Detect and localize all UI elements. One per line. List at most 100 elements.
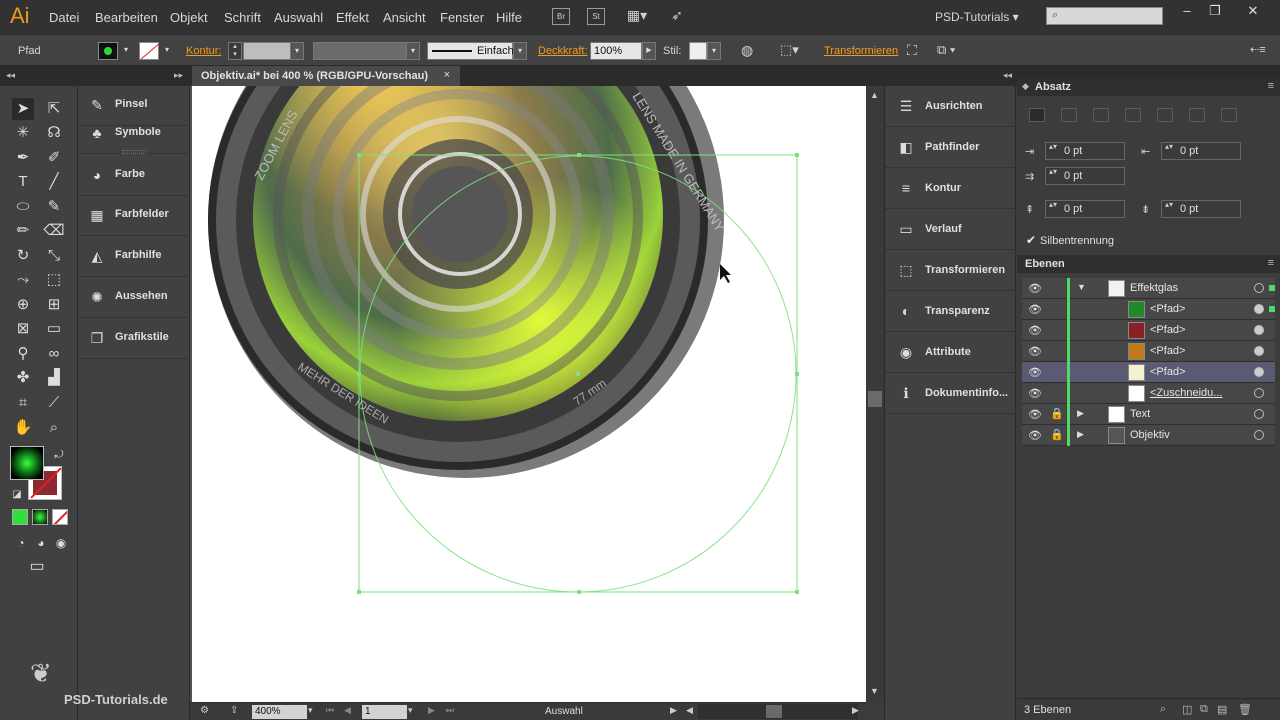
first-artboard-icon[interactable]: ⏮ [326,705,334,716]
scroll-down-icon[interactable]: ▼ [870,686,879,696]
expand-layer-icon[interactable]: ▶ [1077,408,1084,419]
panel-grafikstile[interactable]: ❐ Grafikstile [78,319,190,359]
panel-symbole[interactable]: ♣ Symbole [78,114,190,154]
gradient-tool-icon[interactable]: ▭ [43,318,65,340]
panel-pathfinder[interactable]: ◧ Pathfinder [885,127,1017,168]
layer-row[interactable]: 👁 🔒 ▶ Objektiv [1022,425,1275,446]
close-tab-icon[interactable]: × [444,69,450,81]
layer-row[interactable]: 👁 <Pfad> [1022,341,1275,362]
deckkraft-link[interactable]: Deckkraft: [538,45,588,57]
layer-row[interactable]: 👁 <Pfad> [1022,320,1275,341]
panel-attribute[interactable]: ◉ Attribute [885,332,1017,373]
pen-tool-icon[interactable]: ✒ [12,147,34,169]
last-artboard-icon[interactable]: ⏭ [446,705,454,716]
align-right-icon[interactable] [1093,108,1109,122]
bbox-handle-tm[interactable] [577,153,581,157]
layer-row[interactable]: 👁 <Zuschneidu... [1022,383,1275,404]
bbox-handle-bm[interactable] [577,590,581,594]
lock-icon[interactable]: 🔒 [1050,407,1064,420]
export-icon[interactable]: ⇪ [230,705,238,716]
eyedropper-tool-icon[interactable]: ⚲ [12,343,34,365]
new-layer-icon[interactable]: ▤ [1217,703,1227,716]
right-indent-input[interactable]: 0 pt [1161,142,1241,160]
visibility-eye-icon[interactable]: 👁 [1028,366,1042,379]
layer-row[interactable]: 👁 ▼ Effektglas [1022,278,1275,299]
hscroll-left-icon[interactable]: ◀ [686,705,693,716]
absatz-panel-menu-icon[interactable]: ≡ [1268,80,1274,92]
stroke-swatch[interactable] [139,42,160,60]
layer-target-icon[interactable] [1254,304,1264,314]
justify-right-icon[interactable] [1189,108,1205,122]
draw-inside-icon[interactable]: ◉ [50,532,72,554]
collapse-layer-icon[interactable]: ▼ [1077,282,1086,292]
locate-object-icon[interactable]: ⌕ [1160,703,1166,716]
artboard-number-input[interactable]: 1 [362,705,407,719]
menu-datei[interactable]: Datei [49,10,79,25]
ebenen-panel-header[interactable]: Ebenen ≡ [1017,255,1280,273]
visibility-eye-icon[interactable]: 👁 [1028,303,1042,316]
panel-ausrichten[interactable]: ☰ Ausrichten [885,86,1017,127]
stroke-dropdown-icon[interactable]: ▾ [160,42,174,60]
draw-behind-icon[interactable]: ◕ [30,532,52,554]
status-menu-arrow-icon[interactable]: ▶ [670,705,677,716]
isolate-icon[interactable]: ⛶ [907,42,917,59]
brush-definition-dropdown[interactable]: ▾ [513,42,527,60]
brush-definition-select[interactable]: Einfach [427,42,514,60]
visibility-eye-icon[interactable]: 👁 [1028,345,1042,358]
selection-indicator[interactable] [1269,285,1275,291]
vertical-scrollbar[interactable]: ▲ ▼ [866,86,884,702]
menu-bearbeiten[interactable]: Bearbeiten [95,10,158,25]
stroke-weight-input[interactable] [243,42,291,60]
panel-farbhilfe[interactable]: ◭ Farbhilfe [78,237,190,277]
hand-tool-icon[interactable]: ✋ [12,417,34,439]
menu-objekt[interactable]: Objekt [170,10,208,25]
panel-kontur[interactable]: ≡ Kontur [885,168,1017,209]
hscroll-thumb[interactable] [766,705,782,718]
menu-auswahl[interactable]: Auswahl [274,10,323,25]
mesh-tool-icon[interactable]: ⊠ [12,318,34,340]
align-left-icon[interactable] [1029,108,1045,122]
shape-builder-tool-icon[interactable]: ⊕ [12,294,34,316]
symbol-sprayer-tool-icon[interactable]: ✤ [12,367,34,389]
help-search-input[interactable]: ⌕ [1046,7,1163,25]
layer-row[interactable]: 👁 <Pfad> [1022,362,1275,383]
visibility-eye-icon[interactable]: 👁 [1028,408,1042,421]
eraser-tool-icon[interactable]: ⌫ [43,220,65,242]
menu-ansicht[interactable]: Ansicht [383,10,426,25]
rotate-tool-icon[interactable]: ↻ [12,245,34,267]
expand-layer-icon[interactable]: ▶ [1077,429,1084,440]
minimize-button[interactable]: – [1175,3,1199,21]
direct-selection-tool-icon[interactable]: ⇱ [43,98,65,120]
expand-dock-icon[interactable]: ◂◂ [1003,70,1012,81]
scroll-up-icon[interactable]: ▲ [870,90,879,100]
bbox-handle-ml[interactable] [357,372,361,376]
kontur-link[interactable]: Kontur: [186,45,221,57]
justify-left-icon[interactable] [1125,108,1141,122]
layer-row[interactable]: 👁 <Pfad> [1022,299,1275,320]
panel-collapse-icon[interactable]: ◆ [1022,81,1029,92]
panel-transformieren[interactable]: ⬚ Transformieren [885,250,1017,291]
column-graph-tool-icon[interactable]: ▟ [43,367,65,389]
layer-target-icon[interactable] [1254,346,1264,356]
absatz-panel-header[interactable]: ◆ Absatz ≡ [1017,78,1280,96]
zoom-dropdown-icon[interactable]: ▾ [308,705,313,716]
ellipse-tool-icon[interactable]: ⬭ [12,196,34,218]
layer-target-icon[interactable] [1254,325,1264,335]
free-transform-tool-icon[interactable]: ⬚ [43,269,65,291]
next-artboard-icon[interactable]: ▶ [428,705,435,716]
bbox-handle-bl[interactable] [357,590,361,594]
arrange-documents-icon[interactable]: ▦▾ [626,8,648,25]
perspective-grid-tool-icon[interactable]: ⊞ [43,294,65,316]
justify-center-icon[interactable] [1157,108,1173,122]
panel-transparenz[interactable]: ◐ Transparenz [885,291,1017,332]
panel-aussehen[interactable]: ✺ Aussehen [78,278,190,318]
none-mode-icon[interactable] [52,509,68,525]
panel-verlauf[interactable]: ▭ Verlauf [885,209,1017,250]
fill-swatch[interactable] [98,42,118,60]
horizontal-scrollbar[interactable] [698,704,858,719]
magic-wand-tool-icon[interactable]: ✳ [12,122,34,144]
swap-fill-stroke-icon[interactable]: ⤾ [48,444,70,466]
panel-farbe[interactable]: ◕ Farbe [78,156,190,196]
graphic-style-dropdown[interactable]: ▾ [707,42,721,60]
bbox-handle-br[interactable] [795,590,799,594]
